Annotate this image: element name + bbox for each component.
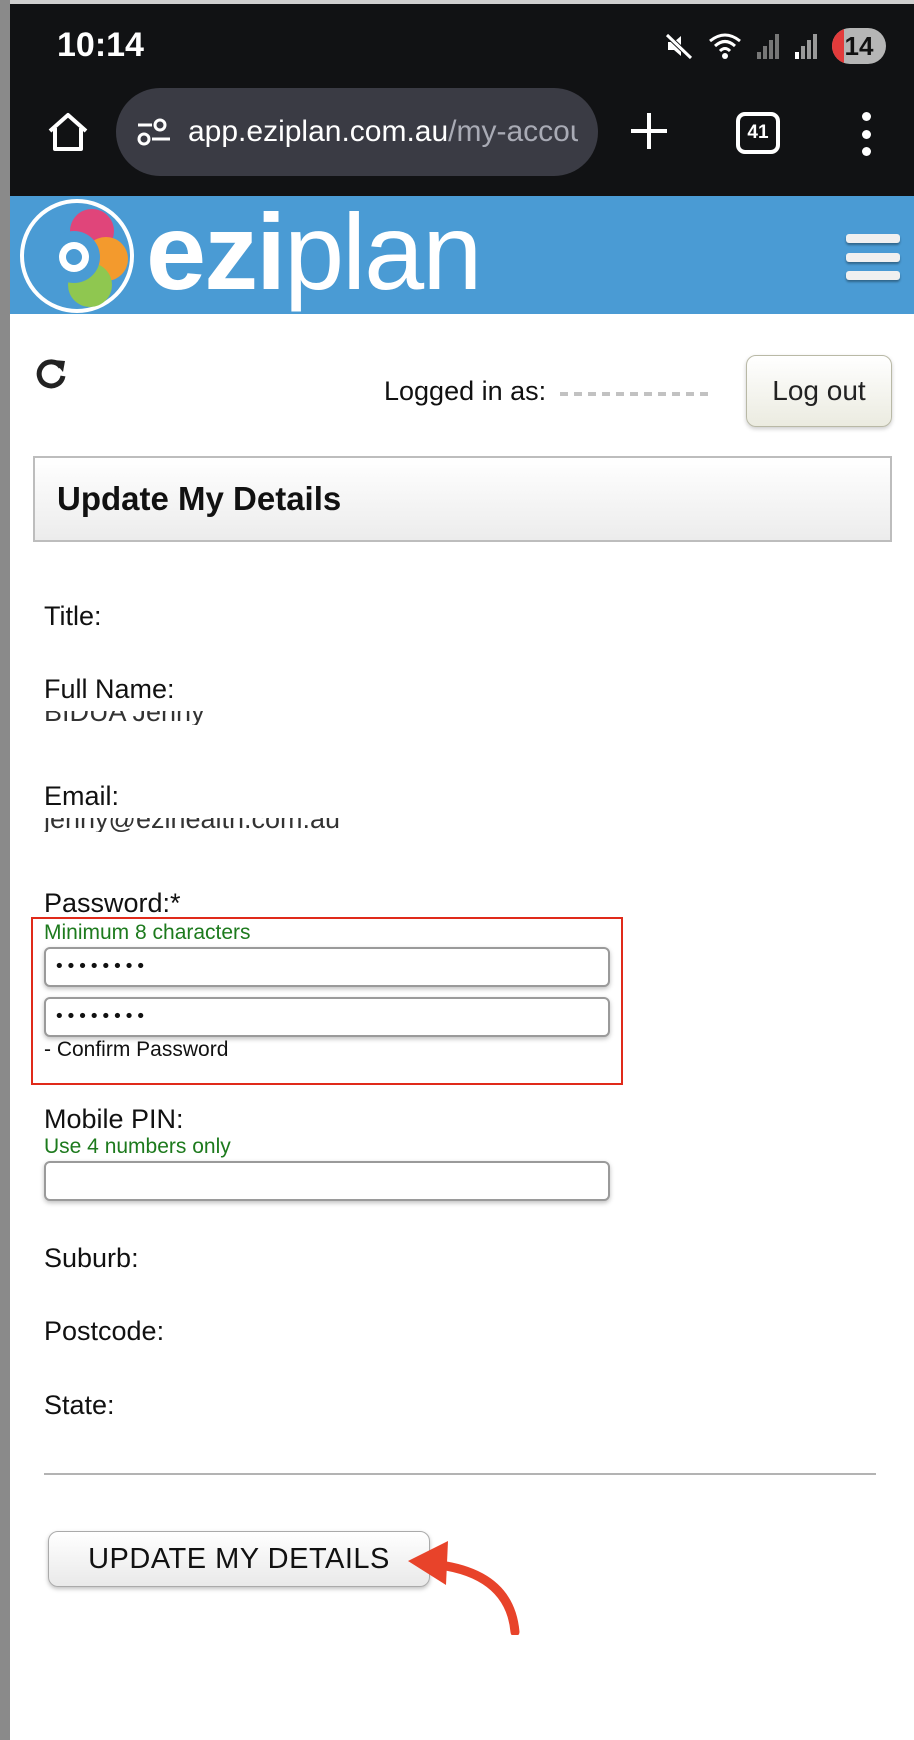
notification-badge: 14 <box>832 28 886 64</box>
hamburger-menu-button[interactable] <box>846 234 900 280</box>
eziplan-logo[interactable]: eziplan <box>18 191 498 313</box>
logout-button[interactable]: Log out <box>746 355 892 427</box>
refresh-icon[interactable] <box>34 356 68 390</box>
confirm-password-note: - Confirm Password <box>44 1038 229 1061</box>
url-text: app.eziplan.com.au/my-accou <box>188 115 578 148</box>
home-icon <box>48 113 88 151</box>
confirm-password-input[interactable]: •••••••• <box>44 997 610 1037</box>
title-label: Title: <box>44 601 102 631</box>
panel-header: Update My Details <box>33 456 892 542</box>
site-header: eziplan <box>10 196 914 314</box>
mobile-pin-input[interactable] <box>44 1161 610 1201</box>
password-hint: Minimum 8 characters <box>44 921 251 944</box>
status-time: 10:14 <box>57 26 144 64</box>
status-icons: 14 <box>664 26 886 66</box>
page-title: Update My Details <box>57 480 342 517</box>
password-label: Password:* <box>44 888 181 918</box>
full-name-label: Full Name: <box>44 674 175 704</box>
logo-circle-icon <box>20 199 134 313</box>
signal-icon-2 <box>795 34 817 59</box>
plus-icon <box>631 113 667 149</box>
mobile-pin-label: Mobile PIN: <box>44 1104 184 1134</box>
suburb-label: Suburb: <box>44 1243 139 1273</box>
state-label: State: <box>44 1390 115 1420</box>
home-button[interactable] <box>40 104 96 160</box>
form-divider <box>44 1473 876 1475</box>
address-bar[interactable]: app.eziplan.com.au/my-accou <box>116 88 598 176</box>
signal-icon <box>757 34 779 59</box>
full-name-value-redacted: BIDUA Jenny <box>44 711 214 725</box>
logged-in-text: Logged in as: x <box>384 376 724 407</box>
email-value-redacted: jenny@ezihealth.com.au <box>44 818 364 832</box>
email-label: Email: <box>44 781 120 811</box>
wifi-icon <box>709 33 741 59</box>
logo-wordmark: eziplan <box>146 191 482 312</box>
browser-menu-button[interactable] <box>856 112 876 156</box>
browser-chrome: 10:14 14 app.eziplan.com.au/my-accou 41 <box>10 4 914 196</box>
logged-in-name-redacted: x <box>554 376 724 407</box>
tab-switcher-button[interactable]: 41 <box>736 112 780 154</box>
postcode-label: Postcode: <box>44 1316 165 1346</box>
mobile-pin-hint: Use 4 numbers only <box>44 1135 231 1158</box>
new-tab-button[interactable] <box>624 106 674 156</box>
site-settings-icon[interactable] <box>134 112 174 152</box>
pointer-arrow-icon <box>408 1541 520 1635</box>
update-details-button[interactable]: UPDATE MY DETAILS <box>48 1531 430 1587</box>
screen-edge <box>0 0 10 1740</box>
password-input[interactable]: •••••••• <box>44 947 610 987</box>
mute-icon <box>665 33 693 60</box>
